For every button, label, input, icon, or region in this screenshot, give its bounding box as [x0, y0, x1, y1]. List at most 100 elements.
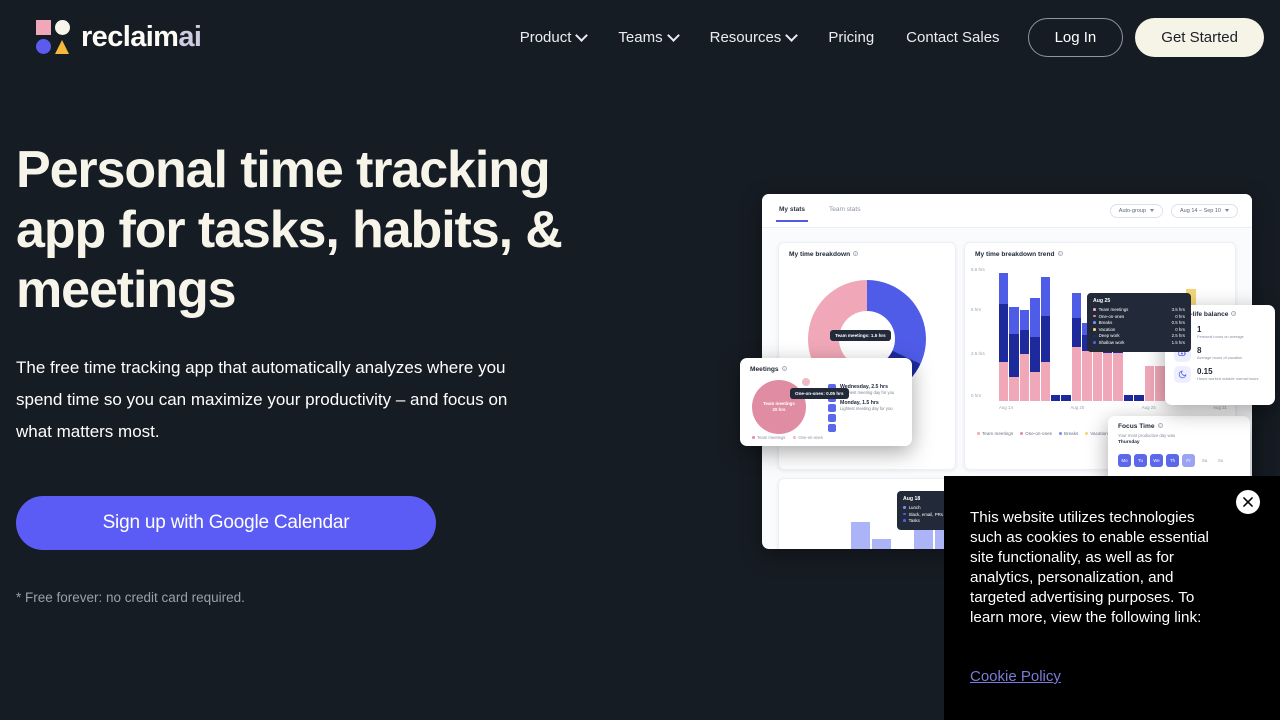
legend-label: Team meetings	[757, 435, 786, 440]
reclaim-logo-icon	[36, 20, 70, 54]
chevron-down-icon	[1225, 209, 1229, 212]
legend-label: One-on-ones	[798, 435, 823, 440]
work-bar	[851, 522, 870, 549]
nav-item-contact-sales[interactable]: Contact Sales	[890, 21, 1015, 54]
filter-date-range[interactable]: Aug 14 – Sep 10	[1171, 203, 1238, 218]
filter-auto-group[interactable]: Auto-group	[1109, 203, 1164, 218]
legend-label: Vacation	[1090, 431, 1108, 436]
stats-panel-toolbar: My stats Team stats Auto-group Aug 14 – …	[762, 194, 1252, 228]
cookie-banner: This website utilizes technologies such …	[944, 476, 1280, 720]
cookie-message: This website utilizes technologies such …	[970, 509, 1209, 626]
card-title: Meetings i	[750, 366, 787, 373]
nav-label: Pricing	[828, 28, 875, 46]
tooltip-row: Shallow work 1.5 hrs	[1093, 340, 1185, 345]
trend-bar	[1030, 298, 1040, 401]
trend-bar	[1040, 277, 1051, 401]
stat-value: 0.15	[1197, 366, 1213, 376]
focus-day-pills: Mo Tu We Th Fr Sa Su	[1108, 447, 1250, 467]
legend-label: Breaks	[1063, 431, 1079, 436]
trend-bar	[1071, 293, 1082, 401]
x-tick: Aug 31	[1213, 405, 1227, 410]
stat-label: Personal hours on average	[1197, 334, 1244, 340]
day-pill-sa[interactable]: Sa	[1198, 454, 1211, 467]
stat-value: 1	[1197, 324, 1202, 334]
day-swatch-icon	[828, 424, 836, 432]
tooltip-row: Vacation 0 hrs	[1093, 327, 1185, 332]
y-tick: 0 hrs	[971, 393, 982, 398]
worklife-stat: 0.15 Hours worked outside normal hours	[1165, 362, 1275, 383]
get-started-button[interactable]: Get Started	[1135, 17, 1264, 57]
nav-label: Product	[519, 28, 572, 46]
info-icon[interactable]: i	[1231, 311, 1237, 316]
chevron-down-icon	[787, 31, 796, 40]
day-pill-fr[interactable]: Fr	[1182, 453, 1195, 467]
focus-note: Your most productive day was Thursday	[1118, 433, 1176, 446]
card-title: My time breakdown i	[789, 251, 859, 258]
tab-team-stats[interactable]: Team stats	[826, 200, 863, 222]
hero-fineprint: * Free forever: no credit card required.	[16, 590, 245, 605]
tooltip-row: Team meetings 3.5 hrs	[1093, 307, 1185, 312]
meetings-tooltip: One-on-ones: 0.05 hrs	[790, 388, 849, 399]
meetings-card: Meetings i Team meetings 20 hrs One-on-on…	[740, 358, 912, 446]
hero-subheading: The free time tracking app that automati…	[16, 358, 508, 441]
trend-bar	[999, 273, 1009, 401]
day-swatch-icon	[828, 414, 836, 422]
meetings-legend: Team meetings One-on-ones	[752, 435, 823, 440]
y-tick: 2.5 hrs	[971, 351, 985, 356]
nav-item-resources[interactable]: Resources	[694, 21, 813, 54]
login-button[interactable]: Log In	[1027, 17, 1124, 57]
logo-triangle-shape	[55, 40, 69, 54]
info-icon[interactable]: i	[853, 251, 859, 256]
card-title: Focus Time i	[1118, 423, 1163, 430]
stat-label: Average hours of vacation	[1197, 355, 1243, 361]
logo-square-shape	[36, 20, 51, 35]
info-icon[interactable]: i	[781, 366, 787, 371]
stats-filters: Auto-group Aug 14 – Sep 10	[1109, 203, 1238, 218]
nav-item-pricing[interactable]: Pricing	[812, 21, 890, 54]
trend-bar	[1019, 310, 1030, 401]
day-pill-we[interactable]: We	[1150, 453, 1163, 467]
donut-tooltip: Team meetings: 1.5 hrs	[830, 330, 891, 341]
bubble-value: 20 hrs	[772, 407, 786, 412]
y-tick: 5 hrs	[971, 307, 982, 312]
trend-bar	[1009, 307, 1019, 401]
close-icon[interactable]	[1236, 490, 1260, 514]
day-pill-tu[interactable]: Tu	[1134, 453, 1147, 467]
cookie-policy-link[interactable]: Cookie Policy	[970, 668, 1061, 685]
chevron-down-icon	[577, 31, 586, 40]
day-pill-su[interactable]: Su	[1214, 454, 1227, 467]
nav-item-teams[interactable]: Teams	[602, 21, 693, 54]
chevron-down-icon	[669, 31, 678, 40]
logo-wordmark: reclaimai	[81, 20, 202, 53]
stat-label: Hours worked outside normal hours	[1197, 376, 1259, 382]
nav-label: Teams	[618, 28, 663, 46]
x-tick: Aug 25	[1141, 405, 1156, 410]
info-icon[interactable]: i	[1057, 251, 1063, 256]
day-pill-mo[interactable]: Mo	[1118, 453, 1131, 467]
trend-bar	[1155, 366, 1165, 401]
trend-x-axis: Aug 14 Aug 20 Aug 25 Aug 31	[999, 405, 1227, 410]
meetings-bubble-small	[802, 378, 810, 386]
tooltip-row: Deep work 2.5 hrs	[1093, 333, 1185, 338]
stats-tabs: My stats Team stats	[776, 200, 863, 222]
day-pill-th[interactable]: Th	[1166, 453, 1179, 467]
info-icon[interactable]: i	[1157, 423, 1163, 428]
x-tick: Aug 14	[999, 405, 1013, 410]
logo-circle-shape	[55, 20, 70, 35]
hero-section: Personal time tracking app for tasks, ha…	[16, 140, 616, 605]
trend-bar	[1144, 366, 1155, 401]
trend-bar	[1051, 395, 1061, 401]
logo[interactable]: reclaimai	[36, 20, 202, 54]
legend-label: One-on-ones	[1025, 431, 1052, 436]
chevron-down-icon	[1150, 209, 1155, 212]
tooltip-row: Breaks 0.5 hrs	[1093, 320, 1185, 325]
signup-google-calendar-button[interactable]: Sign up with Google Calendar	[16, 496, 436, 550]
nav-item-product[interactable]: Product	[504, 21, 603, 54]
moon-icon	[1174, 366, 1191, 383]
tab-my-stats[interactable]: My stats	[776, 200, 809, 222]
trend-tooltip: Aug 25 Team meetings 3.5 hrs One-on-ones 0…	[1087, 293, 1191, 352]
stat-value: 8	[1197, 345, 1202, 355]
tooltip-row: One-on-ones 0 hrs	[1093, 314, 1185, 319]
legend-label: Team meetings	[982, 431, 1014, 436]
trend-bar	[1123, 395, 1134, 401]
